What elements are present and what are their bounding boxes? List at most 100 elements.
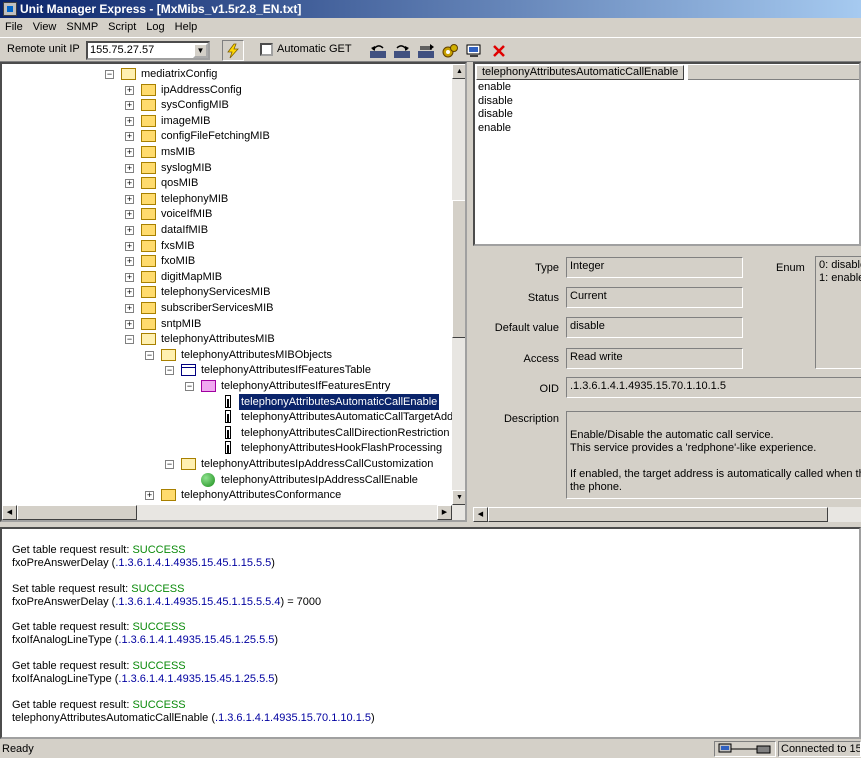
mib-tree[interactable]: − mediatrixConfig + ipAddressConfig + sysConf…: [0, 62, 467, 522]
tree-node-label[interactable]: ipAddressConfig: [159, 82, 244, 98]
tree-node-label[interactable]: fxsMIB: [159, 238, 197, 254]
settings-gear-button[interactable]: [439, 40, 461, 61]
scroll-right-icon[interactable]: ▶: [437, 505, 452, 520]
values-column-header[interactable]: telephonyAttributesAutomaticCallEnable: [476, 65, 685, 80]
expand-icon[interactable]: +: [125, 164, 134, 173]
tree-node-label[interactable]: mediatrixConfig: [139, 66, 219, 82]
expand-icon[interactable]: +: [125, 132, 134, 141]
remote-unit-ip-combobox[interactable]: 155.75.27.57 ▼: [86, 41, 210, 60]
expand-icon[interactable]: +: [125, 257, 134, 266]
status-label: Status: [527, 292, 559, 304]
expand-icon[interactable]: +: [125, 195, 134, 204]
expand-icon[interactable]: +: [125, 210, 134, 219]
scroll-left-icon[interactable]: ◀: [2, 505, 17, 520]
scroll-left-icon[interactable]: ◀: [473, 507, 488, 522]
tree-node-label[interactable]: telephonyMIB: [159, 191, 230, 207]
tree-node-label[interactable]: voiceIfMIB: [159, 206, 214, 222]
collapse-icon[interactable]: −: [125, 335, 134, 344]
expand-icon[interactable]: +: [125, 242, 134, 251]
access-field: Read write: [566, 348, 743, 369]
tree-node-label[interactable]: telephonyAttributesAutomaticCallEnable: [237, 393, 441, 411]
folder-icon: [141, 255, 156, 267]
tree-node-label[interactable]: telephonyAttributesIpAddressCallCustomiz…: [199, 456, 435, 472]
expand-icon[interactable]: +: [125, 304, 134, 313]
menu-snmp[interactable]: SNMP: [61, 18, 103, 34]
values-list: enable disable disable enable: [478, 81, 513, 136]
expand-icon[interactable]: +: [125, 117, 134, 126]
folder-icon: [141, 193, 156, 205]
tree-node-label[interactable]: telephonyAttributesMIBObjects: [179, 347, 334, 363]
menu-script[interactable]: Script: [103, 18, 141, 34]
scroll-up-icon[interactable]: ▲: [452, 64, 465, 79]
collapse-icon[interactable]: −: [185, 382, 194, 391]
value-row[interactable]: enable: [478, 81, 513, 95]
menu-view[interactable]: View: [28, 18, 62, 34]
tree-node-label[interactable]: configFileFetchingMIB: [159, 128, 272, 144]
tree-node-label[interactable]: syslogMIB: [159, 160, 214, 176]
tree-node-label[interactable]: sysConfigMIB: [159, 97, 231, 113]
tree-vertical-scrollbar[interactable]: ▲ ▼: [452, 64, 465, 505]
toolbar: Remote unit IP 155.75.27.57 ▼ Automatic …: [0, 37, 861, 62]
value-row[interactable]: enable: [478, 122, 513, 136]
menu-help[interactable]: Help: [170, 18, 203, 34]
tree-node-label[interactable]: telephonyServicesMIB: [159, 284, 272, 300]
tree-node-label[interactable]: subscriberServicesMIB: [159, 300, 275, 316]
monitor-button[interactable]: [463, 40, 485, 61]
disconnect-button[interactable]: [488, 40, 510, 61]
tree-node-label[interactable]: telephonyAttributesIfFeaturesEntry: [219, 378, 392, 394]
snmp-get-button[interactable]: [367, 40, 389, 61]
expand-icon[interactable]: +: [125, 148, 134, 157]
snmp-walk-button[interactable]: [415, 40, 437, 61]
menu-file[interactable]: File: [0, 18, 28, 34]
value-row[interactable]: disable: [478, 95, 513, 109]
oid-text: .1.3.6.1.4.1.4935.15.45.1.25.5.5: [118, 673, 275, 685]
collapse-icon[interactable]: −: [145, 351, 154, 360]
tree-node-label[interactable]: telephonyAttributesConformance: [179, 487, 343, 503]
tree-node-label[interactable]: telephonyAttributesIfFeaturesTable: [199, 362, 373, 378]
scroll-down-icon[interactable]: ▼: [452, 490, 465, 505]
title-bar: Unit Manager Express - [MxMibs_v1.5r2.8_…: [0, 0, 861, 18]
expand-icon[interactable]: +: [125, 226, 134, 235]
tree-horizontal-scrollbar[interactable]: ◀ ▶: [2, 505, 465, 520]
log-pane[interactable]: Get table request result: SUCCESS fxoPre…: [0, 527, 861, 739]
tree-node-label[interactable]: imageMIB: [159, 113, 213, 129]
expand-icon[interactable]: +: [145, 491, 154, 500]
tree-node-label[interactable]: sntpMIB: [159, 316, 203, 332]
details-hscroll-thumb[interactable]: [488, 507, 828, 522]
collapse-icon[interactable]: −: [105, 70, 114, 79]
folder-icon: [141, 208, 156, 220]
automatic-get-checkbox[interactable]: [260, 43, 273, 56]
details-horizontal-scrollbar[interactable]: ◀: [473, 507, 861, 522]
tree-scroll-thumb[interactable]: [452, 200, 465, 338]
tree-node-label[interactable]: telephonyAttributesIpAddressCallEnable: [219, 472, 420, 488]
description-field: Enable/Disable the automatic call servic…: [566, 411, 861, 499]
expand-icon[interactable]: +: [125, 101, 134, 110]
collapse-icon[interactable]: −: [165, 366, 174, 375]
tree-node-label[interactable]: telephonyAttributesMIB: [159, 331, 277, 347]
status-text: Ready: [2, 743, 34, 755]
menu-log[interactable]: Log: [141, 18, 169, 34]
connect-lightning-button[interactable]: [222, 40, 244, 61]
tree-hscroll-thumb[interactable]: [17, 505, 137, 520]
tree-node-label[interactable]: dataIfMIB: [159, 222, 210, 238]
expand-icon[interactable]: +: [125, 320, 134, 329]
tree-node-label[interactable]: telephonyAttributesHookFlashProcessing: [239, 440, 444, 456]
folder-icon: [141, 271, 156, 283]
expand-icon[interactable]: +: [125, 86, 134, 95]
tree-node-label[interactable]: telephonyAttributesCallDirectionRestrict…: [239, 425, 451, 441]
snmp-set-button[interactable]: [391, 40, 413, 61]
tree-node-label[interactable]: msMIB: [159, 144, 197, 160]
folder-icon: [141, 318, 156, 330]
expand-icon[interactable]: +: [125, 288, 134, 297]
chevron-down-icon[interactable]: ▼: [193, 43, 208, 58]
expand-icon[interactable]: +: [125, 273, 134, 282]
tree-node-label[interactable]: telephonyAttributesAutomaticCallTargetAd…: [239, 409, 459, 425]
value-row[interactable]: disable: [478, 108, 513, 122]
tree-node-label[interactable]: qosMIB: [159, 175, 200, 191]
folder-icon: [161, 489, 176, 501]
expand-icon[interactable]: +: [125, 179, 134, 188]
tree-node-label[interactable]: digitMapMIB: [159, 269, 224, 285]
remote-unit-ip-value[interactable]: 155.75.27.57: [90, 44, 154, 56]
tree-node-label[interactable]: fxoMIB: [159, 253, 197, 269]
collapse-icon[interactable]: −: [165, 460, 174, 469]
